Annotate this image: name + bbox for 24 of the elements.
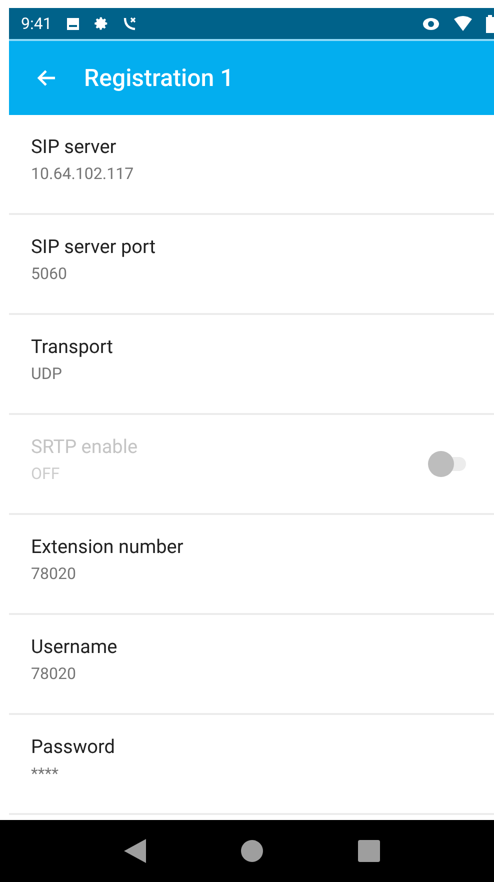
setting-value: **** [31,763,60,785]
back-icon[interactable] [124,839,146,863]
setting-value: 5060 [31,263,68,285]
sync-icon [422,16,440,30]
setting-title: Transport [31,334,114,360]
call-icon [122,16,137,31]
setting-title: SIP server [31,134,118,160]
recents-icon[interactable] [358,840,380,862]
setting-value: 78020 [31,663,77,685]
home-icon[interactable] [240,840,262,862]
setting-value: 10.64.102.117 [31,163,135,185]
status-time: 9:41 [21,12,52,34]
setting-title: Extension number [31,534,184,560]
wifi-icon [454,16,472,31]
setting-value: 78020 [31,563,77,585]
screen-title: Registration 1 [84,63,234,94]
setting-title: Username [31,634,118,660]
setting-title: SIP server port [31,234,157,260]
setting-title: Password [31,734,116,760]
battery-icon [486,14,494,32]
setting-title: SRTP enable [31,434,139,460]
settings-icon [94,16,109,31]
setting-value: UDP [31,363,63,385]
image-icon [66,16,80,30]
